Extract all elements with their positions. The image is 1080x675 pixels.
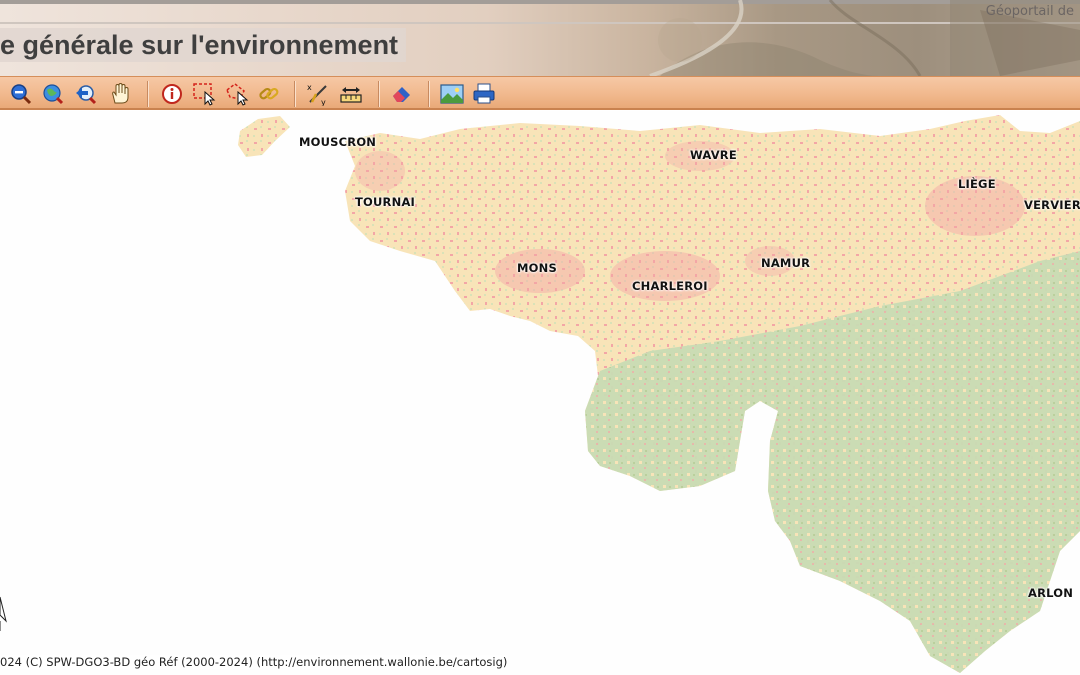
city-label-tournai: TOURNAI xyxy=(355,195,416,209)
measure-button[interactable]: x y xyxy=(306,82,330,106)
toolbar-separator xyxy=(378,81,380,107)
toolbar-separator xyxy=(147,81,149,107)
city-label-liege: LIÈGE xyxy=(958,177,996,191)
city-label-wavre: WAVRE xyxy=(690,148,737,162)
zoom-full-extent-button[interactable] xyxy=(41,82,65,106)
header-banner: Géoportail de e générale sur l'environne… xyxy=(0,0,1080,76)
city-label-verviers: VERVIER xyxy=(1024,198,1080,212)
zoom-out-icon xyxy=(11,84,32,105)
portal-label: Géoportail de xyxy=(985,4,1074,19)
scale-button[interactable] xyxy=(339,82,363,106)
page-title: e générale sur l'environnement xyxy=(0,28,407,62)
export-image-button[interactable] xyxy=(440,82,464,106)
map-copyright: 024 (C) SPW-DGO3-BD géo Réf (2000-2024) … xyxy=(0,655,508,669)
city-label-charleroi: CHARLEROI xyxy=(632,279,708,293)
toolbar-separator xyxy=(294,81,296,107)
svg-text:y: y xyxy=(321,98,326,106)
north-arrow-icon xyxy=(0,596,7,631)
print-button[interactable] xyxy=(472,82,496,106)
scale-ruler-icon xyxy=(340,87,362,103)
city-label-arlon: ARLON xyxy=(1028,586,1074,600)
eraser-icon xyxy=(393,87,410,102)
map-region-comines xyxy=(238,116,290,157)
info-icon xyxy=(162,84,182,104)
select-rectangle-button[interactable] xyxy=(192,82,216,106)
toolbar-separator xyxy=(428,81,430,107)
city-label-mouscron: MOUSCRON xyxy=(299,135,377,149)
select-rectangle-icon xyxy=(193,83,216,106)
wallonia-land-cover-map xyxy=(238,115,1080,673)
link-icon xyxy=(259,87,279,100)
clear-selection-button[interactable] xyxy=(390,82,414,106)
pan-button[interactable] xyxy=(108,82,132,106)
identify-button[interactable] xyxy=(160,82,184,106)
zoom-out-button[interactable] xyxy=(9,82,33,106)
pan-hand-icon xyxy=(112,82,129,104)
map-canvas[interactable]: MOUSCRON WAVRE LIÈGE TOURNAI VERVIER MON… xyxy=(0,111,1080,675)
city-label-mons: MONS xyxy=(517,261,557,275)
print-icon xyxy=(473,83,495,104)
previous-extent-icon xyxy=(76,85,97,105)
measure-icon: x y xyxy=(307,83,327,106)
select-polygon-button[interactable] xyxy=(225,82,249,106)
svg-text:x: x xyxy=(307,83,312,92)
hyperlink-button[interactable] xyxy=(257,82,281,106)
select-polygon-icon xyxy=(226,83,249,106)
export-image-icon xyxy=(440,84,464,104)
previous-extent-button[interactable] xyxy=(74,82,98,106)
city-label-namur: NAMUR xyxy=(761,256,811,270)
map-toolbar: x y xyxy=(0,76,1080,110)
zoom-extent-icon xyxy=(43,84,64,105)
